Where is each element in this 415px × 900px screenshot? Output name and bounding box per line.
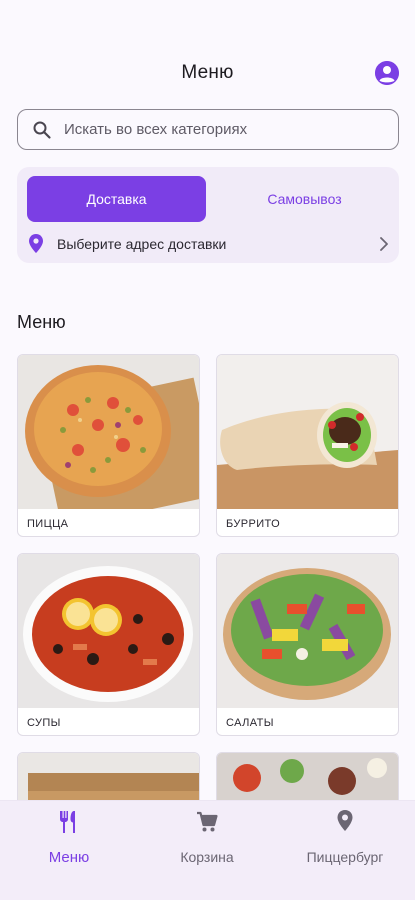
category-label: БУРРИТО — [226, 518, 281, 530]
category-card-soups[interactable]: СУПЫ — [17, 553, 200, 736]
delivery-mode-card: Доставка Самовывоз Выберите адрес достав… — [17, 167, 399, 263]
category-card-pizza[interactable]: ПИЦЦА — [17, 354, 200, 537]
soup-image — [18, 554, 199, 708]
category-label: СУПЫ — [27, 717, 61, 729]
nav-item-menu[interactable]: Меню — [0, 809, 138, 869]
app-header: Меню — [0, 48, 415, 100]
salad-image — [217, 554, 398, 708]
category-card-salads[interactable]: САЛАТЫ — [216, 553, 399, 736]
location-pin-icon — [337, 810, 353, 831]
fork-knife-icon — [60, 811, 75, 833]
tab-pickup[interactable]: Самовывоз — [215, 176, 394, 222]
category-label: САЛАТЫ — [226, 717, 274, 729]
category-card-burrito[interactable]: БУРРИТО — [216, 354, 399, 537]
search-input[interactable] — [64, 110, 384, 149]
nav-label-cart: Корзина — [180, 849, 234, 865]
tab-delivery[interactable]: Доставка — [27, 176, 206, 222]
address-selector[interactable]: Выберите адрес доставки — [27, 233, 391, 255]
nav-label-location: Пиццербург — [306, 849, 384, 865]
chevron-right-icon — [380, 237, 388, 251]
pizza-image — [18, 355, 199, 509]
burrito-image — [217, 355, 398, 509]
account-circle-icon[interactable] — [375, 61, 399, 85]
bottom-navigation: Меню Корзина Пиццербург — [0, 800, 415, 900]
address-prompt: Выберите адрес доставки — [57, 236, 227, 252]
menu-section-title: Меню — [17, 312, 66, 332]
location-pin-icon — [29, 234, 43, 253]
page-title: Меню — [181, 62, 234, 83]
cart-icon — [197, 811, 218, 832]
nav-label-menu: Меню — [48, 849, 90, 866]
nav-item-location[interactable]: Пиццербург — [276, 809, 414, 869]
nav-item-cart[interactable]: Корзина — [138, 809, 276, 869]
search-bar[interactable] — [17, 109, 399, 150]
search-icon — [33, 121, 51, 139]
category-label: ПИЦЦА — [27, 518, 69, 530]
